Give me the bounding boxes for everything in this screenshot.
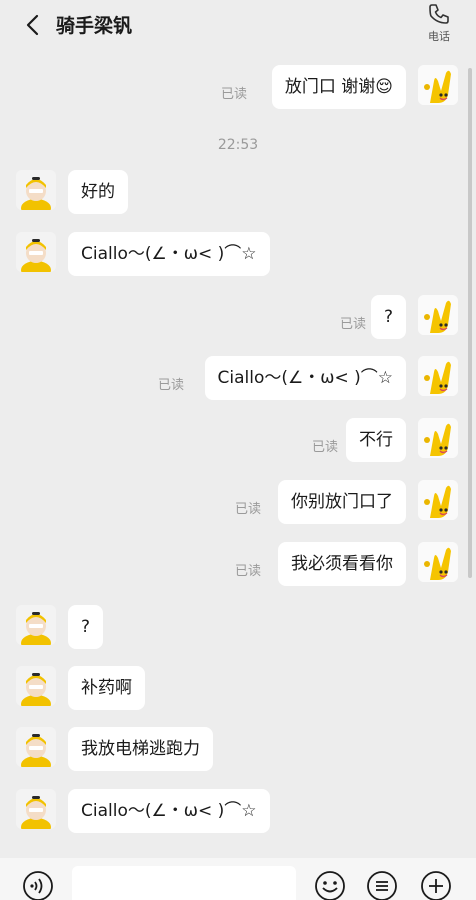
message-bubble[interactable]: 我放电梯逃跑力 xyxy=(68,727,213,771)
read-receipt: 已读 xyxy=(234,502,261,517)
phone-icon xyxy=(429,4,449,24)
message-input[interactable] xyxy=(72,866,296,900)
avatar[interactable] xyxy=(418,356,458,396)
avatar[interactable] xyxy=(16,170,56,210)
message-bubble[interactable]: Ciallo～(∠・ω< )⌒☆ xyxy=(204,356,406,400)
avatar[interactable] xyxy=(418,295,458,335)
scrollbar[interactable] xyxy=(468,68,472,578)
plus-icon[interactable] xyxy=(420,870,452,900)
message-bubble[interactable]: 好的 xyxy=(68,170,128,214)
input-bar xyxy=(0,858,476,900)
avatar[interactable] xyxy=(16,727,56,767)
chat-title: 骑手梁钒 xyxy=(56,15,133,37)
avatar[interactable] xyxy=(418,418,458,458)
read-receipt: 已读 xyxy=(311,440,338,455)
read-receipt: 已读 xyxy=(157,378,184,393)
read-receipt: 已读 xyxy=(339,317,366,332)
avatar[interactable] xyxy=(16,789,56,829)
message-bubble[interactable]: Ciallo～(∠・ω< )⌒☆ xyxy=(68,789,270,833)
message-bubble[interactable]: 你别放门口了 xyxy=(278,480,406,524)
call-label: 电话 xyxy=(428,30,450,43)
read-receipt: 已读 xyxy=(220,87,247,102)
message-bubble[interactable]: ? xyxy=(370,295,406,339)
avatar[interactable] xyxy=(16,605,56,645)
avatar[interactable] xyxy=(418,480,458,520)
back-arrow-icon[interactable] xyxy=(22,12,46,38)
message-bubble[interactable]: Ciallo～(∠・ω< )⌒☆ xyxy=(68,232,270,276)
message-bubble[interactable]: ? xyxy=(68,605,104,649)
message-bubble[interactable]: 我必须看看你 xyxy=(278,542,406,586)
message-bubble[interactable]: 补药啊 xyxy=(68,666,145,710)
emoji-icon[interactable] xyxy=(314,870,346,900)
timestamp: 22:53 xyxy=(217,137,259,153)
chat-header: 骑手梁钒 电话 xyxy=(0,0,476,52)
call-button[interactable]: 电话 xyxy=(422,2,456,44)
voice-icon[interactable] xyxy=(22,870,54,900)
avatar[interactable] xyxy=(418,65,458,105)
read-receipt: 已读 xyxy=(234,564,261,579)
message-bubble[interactable]: 放门口 谢谢😌 xyxy=(271,65,406,109)
avatar[interactable] xyxy=(418,542,458,582)
avatar[interactable] xyxy=(16,666,56,706)
list-icon[interactable] xyxy=(366,870,398,900)
message-bubble[interactable]: 不行 xyxy=(346,418,406,462)
avatar[interactable] xyxy=(16,232,56,272)
